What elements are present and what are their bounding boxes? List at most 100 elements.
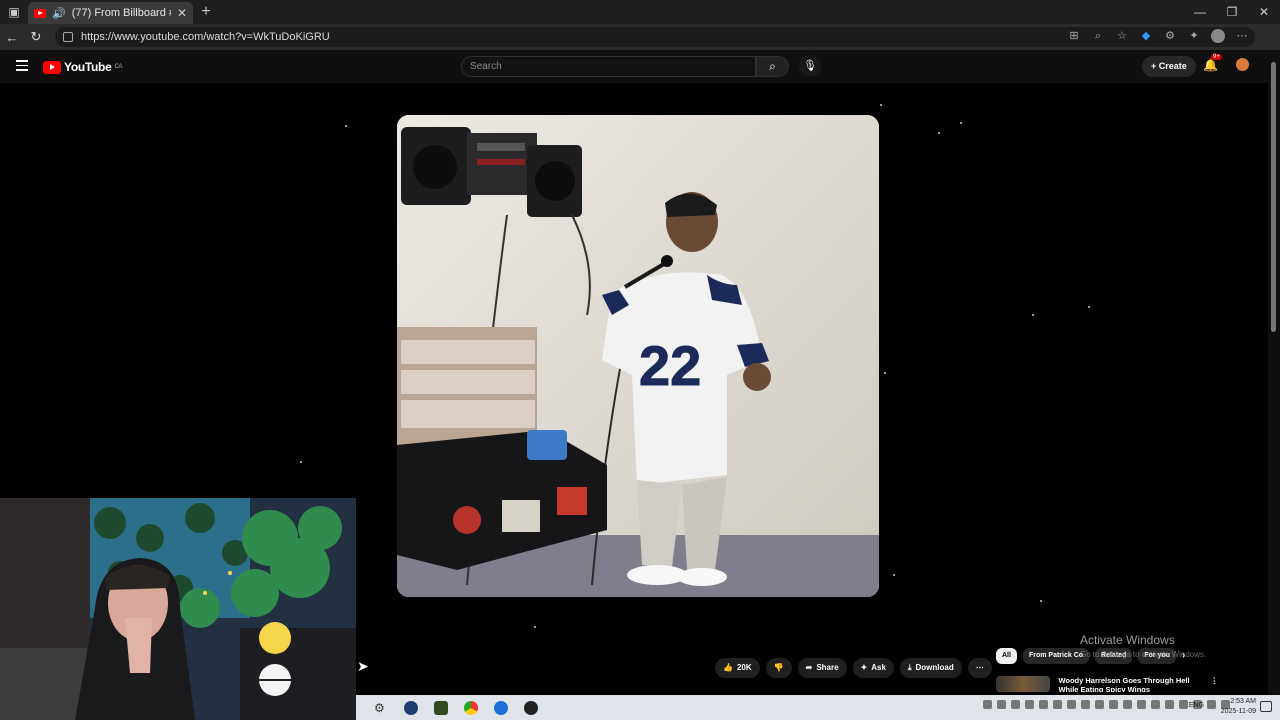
share-label: Share (816, 663, 839, 672)
clock-date: 2025-11-09 (1220, 708, 1256, 715)
site-info-icon[interactable] (63, 32, 73, 42)
extensions-puzzle-icon[interactable]: ⚙ (1163, 29, 1177, 43)
tray-icon[interactable] (1095, 700, 1104, 709)
download-icon: ⤓ (907, 663, 912, 672)
tray-icon[interactable] (1207, 700, 1216, 709)
account-avatar[interactable] (1236, 58, 1249, 71)
share-arrow-icon: ➦ (805, 663, 813, 672)
tray-icon[interactable] (1137, 700, 1146, 709)
webcam-overlay (0, 498, 356, 720)
favorite-star-icon[interactable]: ☆ (1115, 29, 1129, 43)
thumbs-up-icon: 👍 (723, 663, 733, 672)
address-bar-actions: ⊞ ⌕ ☆ ◆ ⚙ ✦ ⋯ (1067, 29, 1249, 43)
tray-icon[interactable] (1025, 700, 1034, 709)
scrollbar-thumb[interactable] (1271, 62, 1276, 332)
new-tab-button[interactable]: + (193, 3, 219, 21)
tab-actions-icon[interactable]: ▣ (0, 0, 28, 24)
video-frame-photo: 22 (397, 115, 879, 597)
download-label: Download (915, 663, 954, 672)
back-button[interactable]: ← (0, 30, 24, 45)
windows-activation-subtitle: Go to Settings to activate Windows. (1080, 650, 1207, 659)
notification-badge: 9+ (1211, 54, 1222, 60)
ask-button[interactable]: ✦ Ask (852, 658, 894, 678)
like-count: 20K (736, 663, 752, 672)
related-video-thumbnail[interactable] (996, 676, 1051, 692)
tray-icon[interactable] (1109, 700, 1118, 709)
related-video-title[interactable]: Woody Harrelson Goes Through Hell While … (1058, 676, 1202, 692)
related-video-item[interactable]: Woody Harrelson Goes Through Hell While … (996, 676, 1218, 692)
tray-icon[interactable] (1123, 700, 1132, 709)
tray-icon[interactable] (1179, 700, 1188, 709)
create-button[interactable]: + Create (1142, 56, 1196, 77)
thumbs-down-icon: 👎 (773, 663, 784, 672)
logo-text: YouTube (64, 60, 112, 74)
tray-icon[interactable] (1151, 700, 1160, 709)
tray-icon[interactable] (1165, 700, 1174, 709)
logo-region: CA (114, 64, 123, 70)
tray-icon[interactable] (1039, 700, 1048, 709)
profile-avatar[interactable] (1211, 29, 1225, 43)
extension-icon[interactable]: ◆ (1139, 29, 1153, 43)
app-green-icon[interactable] (434, 700, 448, 715)
photo-illustration: 22 (397, 115, 879, 597)
tray-icon[interactable] (1011, 700, 1020, 709)
download-button[interactable]: ⤓ Download (899, 658, 962, 678)
audio-playing-icon[interactable]: 🔊 (52, 7, 66, 20)
webcam-illustration (0, 498, 356, 720)
menu-hamburger-icon[interactable] (16, 60, 28, 74)
reload-button[interactable]: ↻ (24, 29, 48, 45)
youtube-header: YouTube CA Search ⌕ 🎙 + Create 🔔 9+ (0, 50, 1280, 83)
video-actions: 👍 20K 👎 ➦ Share ✦ Ask ⤓ Download ⋯ (715, 658, 992, 678)
close-tab-icon[interactable]: ✕ (177, 6, 187, 20)
youtube-logo[interactable]: YouTube CA (43, 60, 122, 74)
tray-icon[interactable] (1081, 700, 1090, 709)
notifications-bell-icon[interactable]: 🔔 9+ (1203, 54, 1222, 72)
youtube-play-logo-icon (43, 60, 61, 74)
window-controls: — ❐ ✕ (1184, 0, 1280, 24)
tray-icon[interactable] (997, 700, 1006, 709)
like-button[interactable]: 👍 20K (715, 658, 760, 678)
collections-icon[interactable]: ✦ (1187, 29, 1201, 43)
browser-tab-bar: ▣ 🔊 (77) From Billboard #1 to Pri ✕ + — … (0, 0, 1280, 24)
maximize-button[interactable]: ❐ (1216, 0, 1248, 24)
dislike-button[interactable]: 👎 (765, 658, 792, 678)
settings-gear-icon[interactable]: ⚙ (374, 701, 388, 715)
url-field[interactable]: https://www.youtube.com/watch?v=WkTuDoKi… (55, 27, 1255, 47)
voice-search-mic-icon[interactable]: 🎙 (799, 55, 821, 77)
taskbar-clock[interactable]: 2:53 AM 2025-11-09 (1221, 697, 1256, 717)
edge-browser-icon[interactable] (494, 700, 508, 715)
minimize-button[interactable]: — (1184, 0, 1216, 24)
tray-icon[interactable] (983, 700, 992, 709)
page-scrollbar[interactable] (1268, 50, 1280, 720)
zoom-icon[interactable]: ⌕ (1091, 29, 1105, 43)
address-bar-row: ← ↻ https://www.youtube.com/watch?v=WkTu… (0, 24, 1280, 50)
sparkle-icon: ✦ (860, 663, 868, 672)
language-indicator[interactable]: ENG (1189, 702, 1204, 709)
chrome-icon[interactable] (464, 700, 478, 715)
app-available-icon[interactable]: ⊞ (1067, 29, 1081, 43)
tab-title: (77) From Billboard #1 to Pri (71, 7, 171, 19)
youtube-favicon-icon (34, 8, 46, 18)
related-video-menu-icon[interactable]: ⋮ (1211, 676, 1219, 692)
ask-label: Ask (871, 663, 886, 672)
notification-center-icon[interactable] (1260, 701, 1272, 712)
close-window-button[interactable]: ✕ (1248, 0, 1280, 24)
obs-record-icon[interactable] (524, 700, 538, 715)
search-button[interactable]: ⌕ (756, 56, 789, 77)
more-actions-icon[interactable]: ⋯ (967, 658, 992, 678)
windows-activation-title: Activate Windows (1080, 633, 1175, 647)
svg-text:22: 22 (639, 334, 701, 397)
windows-taskbar: ⚙ ENG 2:53 AM 2025-11-09 (356, 695, 1280, 720)
share-button[interactable]: ➦ Share (797, 658, 847, 678)
clock-time: 2:53 AM (1230, 698, 1256, 705)
tray-icon[interactable] (1053, 700, 1062, 709)
steam-icon[interactable] (404, 700, 418, 715)
chip-all[interactable]: All (996, 648, 1017, 664)
mouse-cursor-icon: ➤ (357, 658, 369, 674)
tray-icon[interactable] (1067, 700, 1076, 709)
create-label: Create (1158, 61, 1187, 71)
browser-tab-active[interactable]: 🔊 (77) From Billboard #1 to Pri ✕ (28, 2, 193, 24)
url-text: https://www.youtube.com/watch?v=WkTuDoKi… (81, 31, 330, 43)
more-menu-icon[interactable]: ⋯ (1235, 29, 1249, 43)
search-input[interactable]: Search (461, 56, 756, 77)
